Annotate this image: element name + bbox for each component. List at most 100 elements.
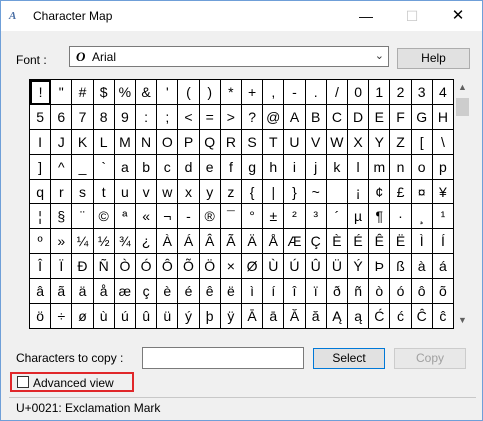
character-cell[interactable]: O (157, 129, 179, 155)
character-cell[interactable]: G (411, 104, 433, 130)
character-cell[interactable]: Ã (220, 229, 242, 255)
characters-to-copy-input[interactable] (142, 347, 304, 369)
character-cell[interactable]: u (114, 179, 136, 205)
character-cell[interactable]: ] (30, 154, 52, 180)
character-cell[interactable]: ð (326, 279, 348, 305)
character-cell[interactable]: J (51, 129, 73, 155)
character-cell[interactable]: I (30, 129, 52, 155)
character-cell[interactable]: g (242, 154, 264, 180)
character-cell[interactable]: L (93, 129, 115, 155)
character-cell[interactable]: R (220, 129, 242, 155)
character-cell[interactable]: Ì (411, 229, 433, 255)
character-cell[interactable]: _ (72, 154, 94, 180)
character-cell[interactable]: l (348, 154, 370, 180)
character-cell[interactable]: / (326, 80, 348, 105)
character-cell[interactable]: ä (72, 279, 94, 305)
character-cell[interactable]: r (51, 179, 73, 205)
character-cell[interactable]: Ú (284, 254, 306, 280)
character-cell[interactable]: í (263, 279, 285, 305)
character-cell[interactable]: . (305, 80, 327, 105)
character-cell[interactable]: È (326, 229, 348, 255)
character-cell[interactable]: À (157, 229, 179, 255)
character-cell[interactable]: A (284, 104, 306, 130)
character-cell[interactable]: ? (242, 104, 264, 130)
character-cell[interactable]: Ô (157, 254, 179, 280)
character-cell[interactable]: ü (157, 304, 179, 329)
character-cell[interactable]: ú (114, 304, 136, 329)
character-cell[interactable]: n (390, 154, 412, 180)
character-cell[interactable]: ¦ (30, 204, 52, 230)
character-cell[interactable]: v (136, 179, 158, 205)
character-cell[interactable]: ù (93, 304, 115, 329)
character-cell[interactable]: · (390, 204, 412, 230)
character-cell[interactable]: Ā (242, 304, 264, 329)
scroll-up-icon[interactable]: ▲ (454, 79, 471, 96)
character-cell[interactable]: : (136, 104, 158, 130)
character-cell[interactable]: î (284, 279, 306, 305)
character-cell[interactable]: * (220, 80, 242, 105)
character-cell[interactable]: Ë (390, 229, 412, 255)
character-cell[interactable]: } (284, 179, 306, 205)
advanced-view-label[interactable]: Advanced view (33, 376, 114, 390)
character-cell[interactable]: \ (432, 129, 454, 155)
character-cell[interactable]: 0 (348, 80, 370, 105)
character-cell[interactable]: - (178, 204, 200, 230)
minimize-button[interactable]: — (343, 1, 389, 31)
character-cell[interactable]: F (390, 104, 412, 130)
character-cell[interactable]: ¨ (72, 204, 94, 230)
character-cell[interactable]: ã (51, 279, 73, 305)
character-cell[interactable]: 5 (30, 104, 52, 130)
character-cell[interactable]: T (263, 129, 285, 155)
character-cell[interactable]: Õ (178, 254, 200, 280)
character-cell[interactable]: ì (242, 279, 264, 305)
character-cell[interactable]: õ (432, 279, 454, 305)
character-cell[interactable]: ³ (305, 204, 327, 230)
character-cell[interactable]: P (178, 129, 200, 155)
character-cell[interactable]: % (114, 80, 136, 105)
character-cell[interactable]: × (220, 254, 242, 280)
character-cell[interactable]: á (432, 254, 454, 280)
character-cell[interactable]: â (30, 279, 52, 305)
character-cell[interactable]: ¬ (157, 204, 179, 230)
character-cell[interactable]: £ (390, 179, 412, 205)
character-cell[interactable]: p (432, 154, 454, 180)
character-cell[interactable]: 8 (93, 104, 115, 130)
character-cell[interactable]: Ó (136, 254, 158, 280)
character-cell[interactable]: Û (305, 254, 327, 280)
character-cell[interactable]: k (326, 154, 348, 180)
character-cell[interactable]: ¸ (411, 204, 433, 230)
character-cell[interactable]: ~ (305, 179, 327, 205)
character-cell[interactable]: Ć (369, 304, 391, 329)
character-cell[interactable]: $ (93, 80, 115, 105)
scrollbar-thumb[interactable] (456, 98, 469, 116)
character-cell[interactable]: ¶ (369, 204, 391, 230)
character-cell[interactable]: Ø (242, 254, 264, 280)
character-cell[interactable]: z (220, 179, 242, 205)
character-cell[interactable]: Y (369, 129, 391, 155)
character-cell[interactable]: ¹ (432, 204, 454, 230)
character-cell[interactable]: x (178, 179, 200, 205)
character-cell[interactable]: e (199, 154, 221, 180)
character-cell[interactable]: Ü (326, 254, 348, 280)
character-cell[interactable]: º (30, 229, 52, 255)
character-cell[interactable]: D (348, 104, 370, 130)
character-cell[interactable]: @ (263, 104, 285, 130)
character-cell[interactable]: ´ (326, 204, 348, 230)
advanced-view-checkbox[interactable] (17, 376, 29, 388)
character-cell[interactable]: ø (72, 304, 94, 329)
character-cell[interactable]: | (263, 179, 285, 205)
character-cell[interactable]: o (411, 154, 433, 180)
character-cell[interactable]: ¼ (72, 229, 94, 255)
character-cell[interactable]: = (199, 104, 221, 130)
character-cell[interactable]: i (284, 154, 306, 180)
character-cell[interactable]: ½ (93, 229, 115, 255)
character-cell[interactable]: Ç (305, 229, 327, 255)
help-button[interactable]: Help (397, 48, 470, 69)
character-cell[interactable]: j (305, 154, 327, 180)
character-cell[interactable]: & (136, 80, 158, 105)
character-cell[interactable]: - (284, 80, 306, 105)
character-cell[interactable]: Ð (72, 254, 94, 280)
character-cell[interactable]: H (432, 104, 454, 130)
character-cell[interactable]: Ò (114, 254, 136, 280)
character-cell[interactable]: < (178, 104, 200, 130)
